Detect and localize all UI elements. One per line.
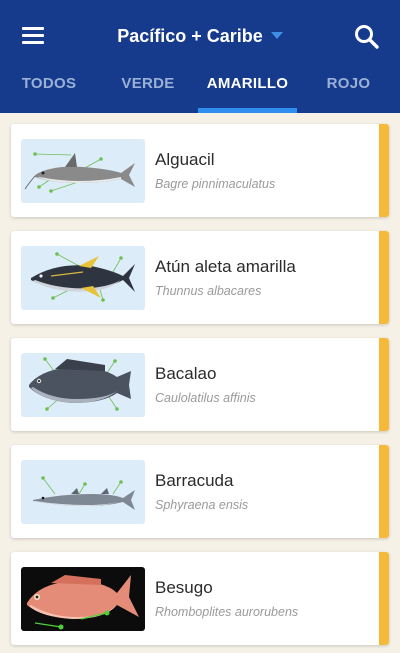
species-card[interactable]: Alguacil Bagre pinnimaculatus	[11, 124, 389, 217]
fish-image	[21, 353, 145, 417]
species-name: Bacalao	[155, 364, 217, 383]
species-card[interactable]: Besugo Rhomboplites aurorubens	[11, 552, 389, 645]
species-name: Atún aleta amarilla	[155, 257, 296, 276]
species-scientific-name: Caulolatilus affinis	[155, 391, 256, 405]
status-indicator	[379, 124, 389, 217]
species-name: Besugo	[155, 578, 213, 597]
fish-image	[21, 246, 145, 310]
app-header: Pacífico + Caribe TODOS VERDE AMARILLO R…	[0, 0, 400, 113]
caret-down-icon	[270, 31, 283, 39]
status-indicator	[379, 231, 389, 324]
category-tabs: TODOS VERDE AMARILLO ROJO	[0, 70, 400, 113]
active-tab-indicator	[198, 108, 297, 113]
species-card[interactable]: Barracuda Sphyraena ensis	[11, 445, 389, 538]
region-selector[interactable]: Pacífico + Caribe	[0, 26, 400, 47]
species-scientific-name: Sphyraena ensis	[155, 498, 249, 512]
status-indicator	[379, 552, 389, 645]
tab-verde[interactable]: VERDE	[98, 75, 198, 113]
fish-image	[21, 139, 145, 203]
tab-todos[interactable]: TODOS	[0, 75, 98, 113]
status-indicator	[379, 338, 389, 431]
fish-image	[21, 460, 145, 524]
species-name: Barracuda	[155, 471, 234, 490]
species-scientific-name: Rhomboplites aurorubens	[155, 605, 299, 619]
species-scientific-name: Bagre pinnimaculatus	[155, 177, 276, 191]
species-card[interactable]: Atún aleta amarilla Thunnus albacares	[11, 231, 389, 324]
search-icon[interactable]	[352, 22, 382, 52]
tab-rojo[interactable]: ROJO	[297, 75, 400, 113]
top-bar: Pacífico + Caribe	[0, 0, 400, 70]
region-title: Pacífico + Caribe	[117, 26, 263, 46]
status-indicator	[379, 445, 389, 538]
fish-image	[21, 567, 145, 631]
species-name: Alguacil	[155, 150, 215, 169]
species-card[interactable]: Bacalao Caulolatilus affinis	[11, 338, 389, 431]
species-scientific-name: Thunnus albacares	[155, 284, 262, 298]
